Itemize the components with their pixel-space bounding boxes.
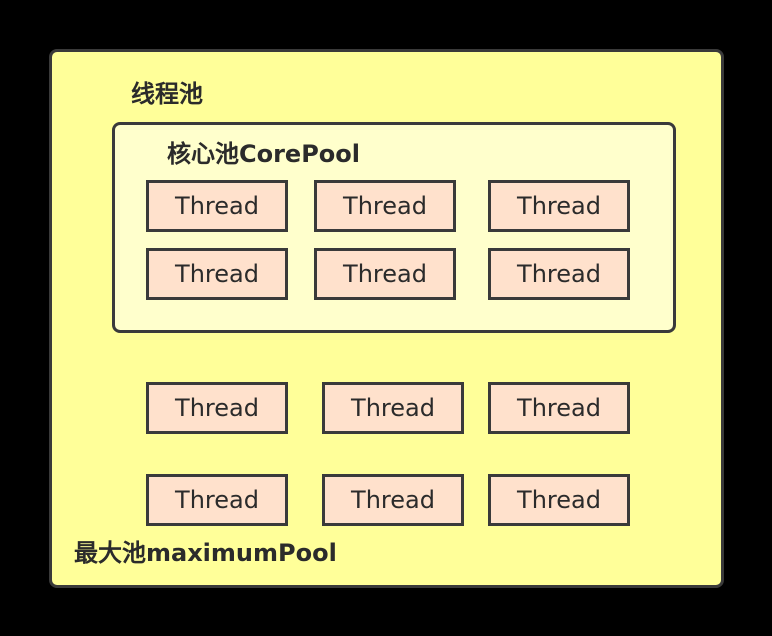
extra-thread-box: Thread [322,382,464,434]
core-pool-title: 核心池CorePool [167,140,361,168]
core-thread-box: Thread [314,180,456,232]
extra-thread-box: Thread [146,474,288,526]
core-thread-box: Thread [314,248,456,300]
core-thread-box: Thread [488,180,630,232]
extra-thread-box: Thread [488,474,630,526]
extra-thread-box: Thread [488,382,630,434]
core-thread-box: Thread [146,248,288,300]
extra-thread-box: Thread [146,382,288,434]
extra-thread-box: Thread [322,474,464,526]
thread-pool-title: 线程池 [131,80,203,108]
core-thread-box: Thread [488,248,630,300]
max-pool-title: 最大池maximumPool [74,539,337,567]
diagram-canvas: 线程池 核心池CorePool Thread Thread Thread Thr… [0,0,772,636]
core-thread-box: Thread [146,180,288,232]
